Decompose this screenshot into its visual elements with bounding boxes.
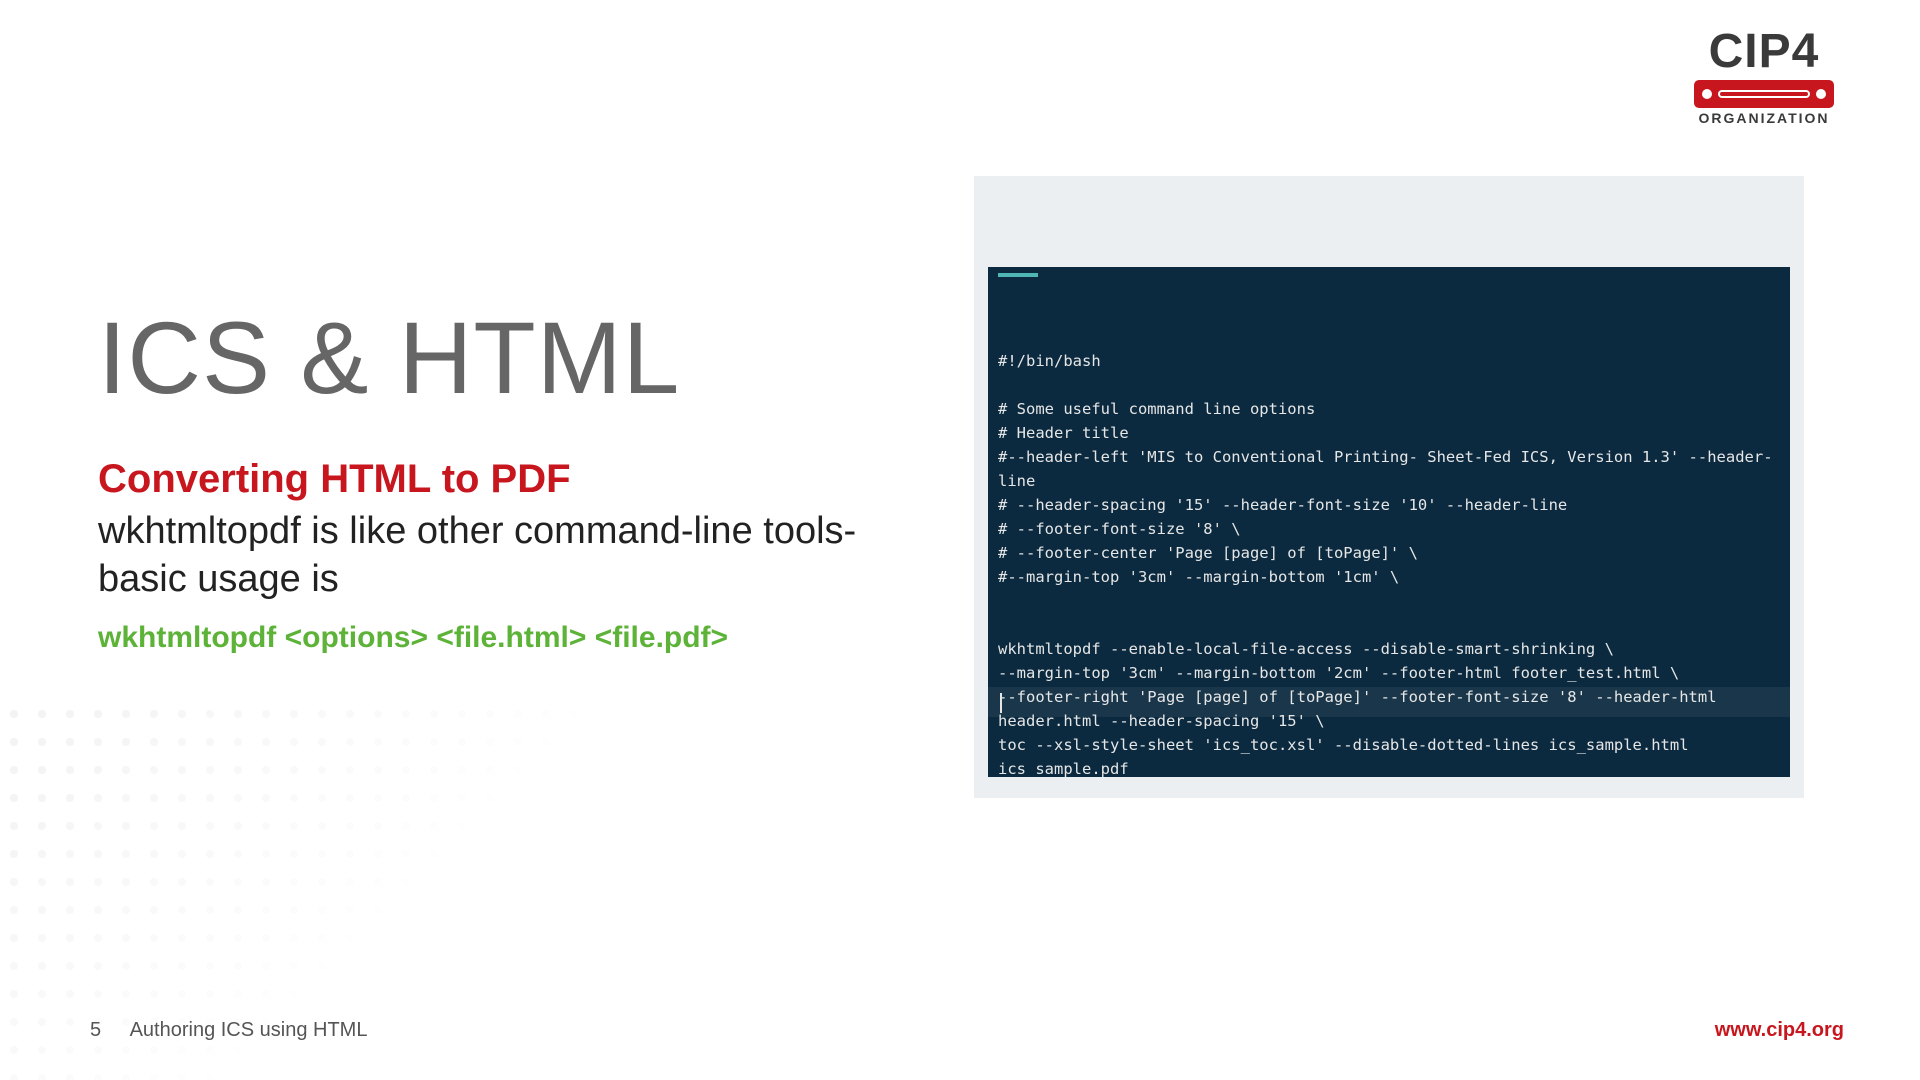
terminal-window: #!/bin/bash # Some useful command line o…: [988, 267, 1790, 777]
logo-chain-icon: [1694, 80, 1834, 108]
brand-logo: CIP4 ORGANIZATION: [1684, 28, 1844, 126]
slide-footer: 5 Authoring ICS using HTML www.cip4.org: [90, 1019, 1844, 1042]
page-number: 5: [90, 1019, 101, 1041]
command-syntax: wkhtmltopdf <options> <file.html> <file.…: [98, 621, 928, 655]
terminal-cursor-line: [988, 687, 1790, 717]
footer-left: 5 Authoring ICS using HTML: [90, 1019, 367, 1042]
slide-subtitle: Converting HTML to PDF: [98, 457, 928, 502]
logo-text: CIP4: [1684, 28, 1844, 76]
terminal-top-accent: [998, 273, 1038, 277]
terminal-cursor-icon: [1000, 693, 1002, 713]
logo-subtext: ORGANIZATION: [1684, 110, 1844, 126]
slide: CIP4 ORGANIZATION ICS & HTML Converting …: [0, 0, 1920, 1080]
slide-title: ICS & HTML: [98, 300, 928, 417]
slide-body-text: wkhtmltopdf is like other command-line t…: [98, 508, 928, 603]
footer-title: Authoring ICS using HTML: [130, 1019, 368, 1041]
footer-url: www.cip4.org: [1715, 1019, 1844, 1042]
content-left: ICS & HTML Converting HTML to PDF wkhtml…: [98, 300, 928, 655]
